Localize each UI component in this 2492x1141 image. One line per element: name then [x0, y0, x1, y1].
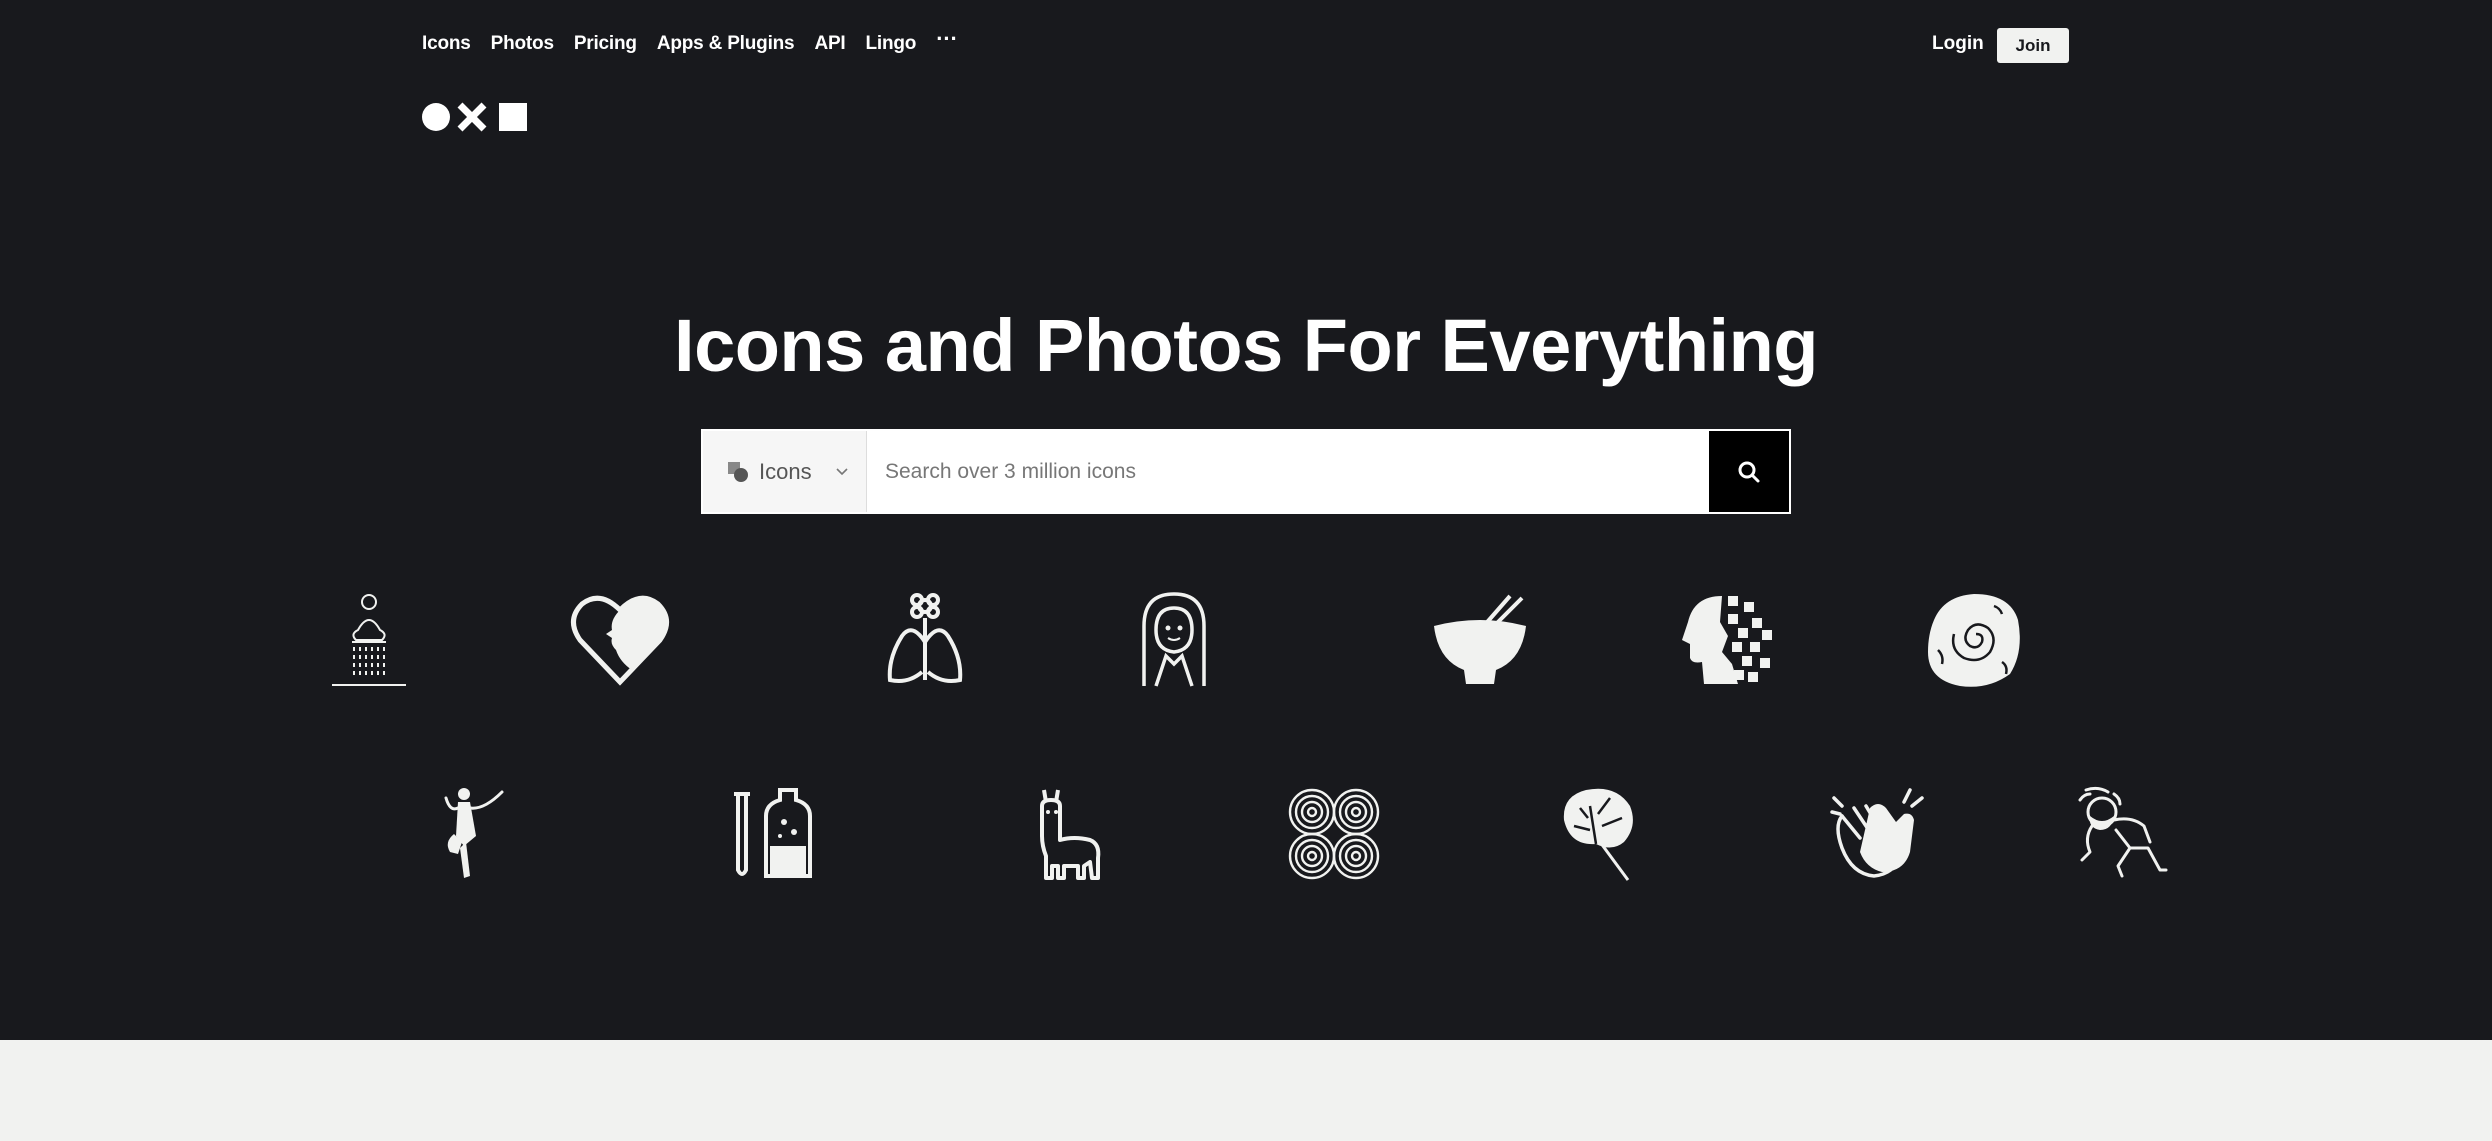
search-button[interactable] [1709, 431, 1789, 512]
noun-project-logo[interactable] [422, 102, 530, 132]
logo-mark-icon [422, 102, 527, 132]
nav-item-apps-plugins[interactable]: Apps & Plugins [657, 33, 795, 55]
page-title: Icons and Photos For Everything [674, 304, 1818, 387]
content-area [0, 1040, 2492, 1141]
dancer-icon[interactable] [440, 786, 506, 882]
top-nav: Icons Photos Pricing Apps & Plugins API … [422, 26, 978, 57]
search-type-dropdown[interactable]: Icons [703, 431, 867, 512]
bowl-chopsticks-icon[interactable] [1430, 594, 1530, 686]
nav-item-icons[interactable]: Icons [422, 33, 471, 55]
search-icon [1738, 461, 1760, 482]
chevron-down-icon [836, 467, 848, 475]
heart-face-icon[interactable] [570, 592, 670, 688]
search-bar: Icons [701, 429, 1791, 514]
clapping-hands-icon[interactable] [1830, 786, 1930, 882]
fossil-stone-icon[interactable] [1924, 590, 2024, 690]
swirl-pattern-icon[interactable] [1286, 786, 1382, 882]
nav-item-photos[interactable]: Photos [491, 33, 554, 55]
search-input[interactable] [867, 431, 1709, 512]
test-tube-bottle-icon[interactable] [730, 786, 816, 882]
icons-type-icon [728, 461, 748, 482]
nav-item-pricing[interactable]: Pricing [574, 33, 637, 55]
meditation-shower-icon[interactable] [328, 590, 410, 690]
login-link[interactable]: Login [1932, 33, 1984, 55]
search-type-label: Icons [759, 458, 812, 484]
llama-icon[interactable] [1034, 786, 1104, 882]
hooded-woman-icon[interactable] [1138, 590, 1210, 690]
monstera-leaf-icon[interactable] [1560, 786, 1636, 882]
join-button[interactable]: Join [1997, 28, 2069, 63]
lungs-flower-icon[interactable] [884, 592, 966, 688]
hero-section: Icons Photos Pricing Apps & Plugins API … [0, 0, 2492, 1040]
nav-item-api[interactable]: API [814, 33, 845, 55]
nav-item-lingo[interactable]: Lingo [866, 33, 917, 55]
pixel-head-icon[interactable] [1682, 592, 1776, 688]
more-menu-button[interactable]: ··· [936, 26, 958, 52]
kid-playing-icon[interactable] [2074, 786, 2170, 882]
